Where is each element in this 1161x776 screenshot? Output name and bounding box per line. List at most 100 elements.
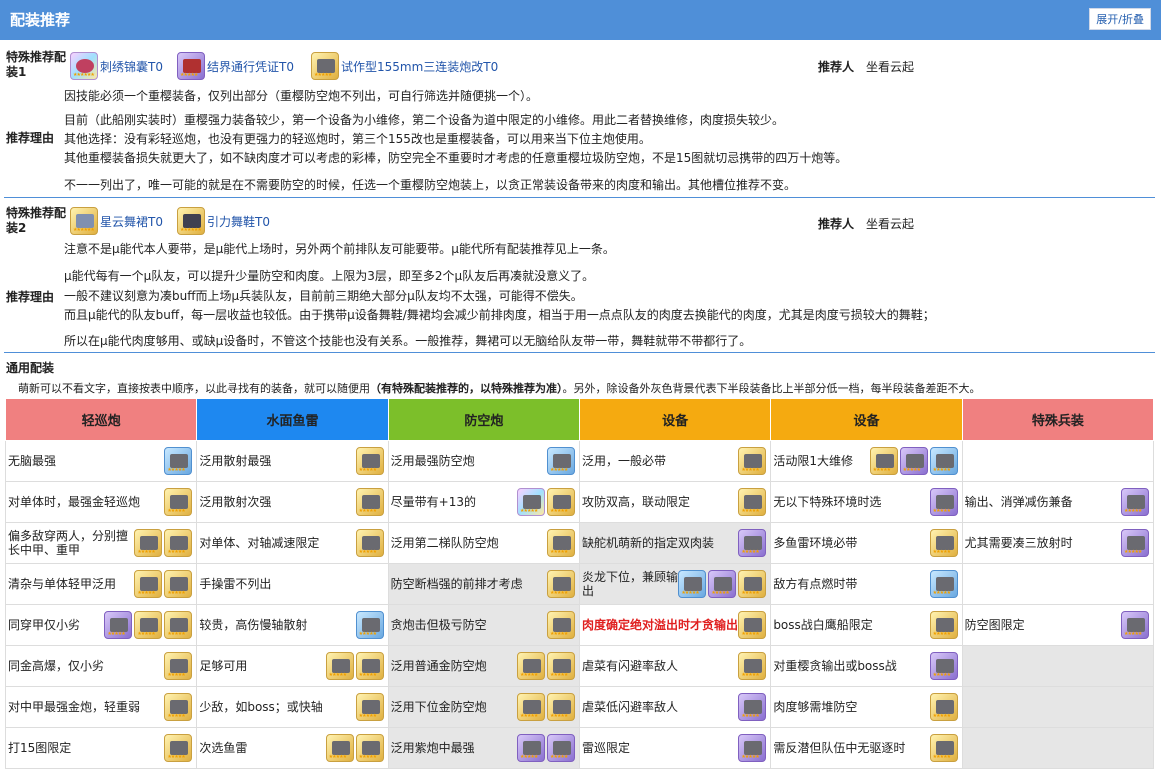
equipment-icon[interactable]: ★★★★★ <box>355 529 384 557</box>
cell-text: 多鱼雷环境必带 <box>773 536 858 550</box>
equipment-icon[interactable]: ★★★★★ <box>164 652 193 680</box>
column-header: 轻巡炮 <box>4 398 198 441</box>
equipment-icon[interactable]: ★★★★★ <box>708 570 737 598</box>
item-link[interactable]: 刺绣锦囊T0 <box>100 58 163 75</box>
column-header: 特殊兵装 <box>961 398 1155 441</box>
cell-text: 无以下特殊环境时选 <box>773 495 882 509</box>
equipment-icon[interactable]: ★★★★★ <box>134 611 163 639</box>
equipment-icon[interactable]: ★★★★★ <box>899 447 928 475</box>
special1-item-1[interactable]: ★★★★★★ 刺绣锦囊T0 <box>70 51 163 81</box>
equipment-icon[interactable]: ★★★★★ <box>546 652 575 680</box>
table-cell: 对单体时，最强金轻巡炮 ★★★★★ <box>4 481 198 523</box>
equipment-icon[interactable]: ★★★★★ <box>355 447 384 475</box>
equipment-icon[interactable]: ★★★★★ <box>516 734 545 762</box>
cell-text: 虐菜有闪避率敌人 <box>581 659 678 673</box>
table-cell <box>961 440 1155 482</box>
equipment-icon[interactable]: ★★★★★ <box>164 693 193 721</box>
equipment-icon[interactable]: ★★★★★ <box>546 488 575 516</box>
cell-text: 防空图限定 <box>964 618 1025 632</box>
equipment-icon[interactable]: ★★★★★ <box>164 734 193 762</box>
table-cell: 同金高爆，仅小劣 ★★★★★ <box>4 645 198 687</box>
table-cell: 尤其需要凑三放射时 ★★★★★ <box>961 522 1155 564</box>
table-cell: 敌方有点燃时带 ★★★★★ <box>770 563 963 605</box>
cell-text: 无脑最强 <box>8 454 57 468</box>
equipment-icon[interactable]: ★★★★★ <box>104 611 133 639</box>
equipment-icon[interactable]: ★★★★★ <box>516 488 545 516</box>
table-cell: 缺舵机萌新的指定双肉装 ★★★★★ <box>578 522 772 564</box>
equipment-icon[interactable]: ★★★★★ <box>355 488 384 516</box>
equipment-icon[interactable]: ★★★★★ <box>546 611 575 639</box>
item-link[interactable]: 引力舞鞋T0 <box>207 213 270 230</box>
equipment-icon[interactable]: ★★★★★ <box>1121 611 1149 639</box>
equipment-icon[interactable]: ★★★★★ <box>164 529 193 557</box>
special1-item-3[interactable]: ★★★★★ 试作型155mm三连装炮改T0 <box>311 51 498 81</box>
item-link[interactable]: 结界通行凭证T0 <box>207 58 294 75</box>
equipment-icon[interactable]: ★★★★★ <box>869 447 898 475</box>
equipment-icon[interactable]: ★★★★★ <box>929 693 958 721</box>
equipment-icon[interactable]: ★★★★★ <box>355 693 384 721</box>
item-link[interactable]: 试作型155mm三连装炮改T0 <box>341 58 498 75</box>
table-row: 同金高爆，仅小劣 ★★★★★ 足够可用 ★★★★★ ★★★★★ 泛用普通金防空炮 ★★★★★… <box>4 645 1155 687</box>
cell-text: 泛用普通金防空炮 <box>390 659 487 673</box>
cell-text: 活动限1大维修 <box>773 454 853 468</box>
equipment-icon[interactable]: ★★★★★ <box>546 693 575 721</box>
equipment-icon[interactable]: ★★★★★ <box>325 652 354 680</box>
reason-line: 注意不是μ能代本人要带，是μ能代上场时，另外两个前排队友可能要带。μ能代所有配装… <box>64 242 615 256</box>
cell-text: 少敌，如boss；或快轴 <box>199 700 323 714</box>
equipment-icon[interactable]: ★★★★★ <box>929 652 958 680</box>
equipment-icon[interactable]: ★★★★★ <box>516 652 545 680</box>
equipment-icon[interactable]: ★★★★★ <box>738 611 767 639</box>
reason-line: 不一一列出了，唯一可能的就是在不需要防空的时候，任选一个重樱防空炮装上，以贪正常… <box>64 178 797 192</box>
equipment-icon[interactable]: ★★★★★ <box>516 693 545 721</box>
equipment-icon[interactable]: ★★★★★ <box>929 488 958 516</box>
general-note: 萌新可以不看文字，直接按表中顺序，以此寻找有的装备，就可以随便用（有特殊配装推荐… <box>18 380 981 396</box>
equipment-icon[interactable]: ★★★★★ <box>325 734 354 762</box>
cell-text: 泛用散射次强 <box>199 495 272 509</box>
table-cell: boss战白鹰船限定 ★★★★★ <box>770 604 963 646</box>
equipment-icon[interactable]: ★★★★★ <box>355 611 384 639</box>
table-cell: 次选鱼雷 ★★★★★ ★★★★★ <box>196 727 389 769</box>
equipment-icon[interactable]: ★★★★★ <box>164 447 193 475</box>
equipment-icon[interactable]: ★★★★★ <box>546 529 575 557</box>
table-row: 打15图限定 ★★★★★ 次选鱼雷 ★★★★★ ★★★★★ 泛用紫炮中最强 ★★★★★ ★★★… <box>4 727 1155 769</box>
recommender-name: 坐看云起 <box>866 217 915 231</box>
cell-text: 对中甲最强金炮，轻重弱 <box>8 700 141 714</box>
equipment-icon[interactable]: ★★★★★ <box>355 734 384 762</box>
equipment-icon[interactable]: ★★★★★ <box>164 570 193 598</box>
equipment-icon[interactable]: ★★★★★ <box>678 570 707 598</box>
equipment-icon[interactable]: ★★★★★ <box>1121 529 1149 557</box>
special2-item-1[interactable]: ★★★★★★ 星云舞裙T0 <box>70 206 163 236</box>
equipment-icon[interactable]: ★★★★★ <box>546 734 575 762</box>
cell-text: 泛用下位金防空炮 <box>390 700 487 714</box>
equipment-icon[interactable]: ★★★★★ <box>355 652 384 680</box>
expand-collapse-button[interactable]: 展开/折叠 <box>1089 8 1151 30</box>
equipment-icon[interactable]: ★★★★★ <box>738 693 767 721</box>
equipment-icon[interactable]: ★★★★★ <box>929 529 958 557</box>
equipment-icon[interactable]: ★★★★★ <box>738 570 767 598</box>
equipment-icon[interactable]: ★★★★★ <box>546 447 575 475</box>
table-cell <box>961 645 1155 687</box>
special2-item-2[interactable]: ★★★★★★ 引力舞鞋T0 <box>177 206 270 236</box>
reason-line: 一般不建议刻意为凑buff而上场μ兵装队友，目前前三期绝大部分μ队友均不太强，可… <box>64 289 583 303</box>
equipment-icon[interactable]: ★★★★★ <box>929 734 958 762</box>
equipment-icon[interactable]: ★★★★★ <box>929 447 958 475</box>
equipment-icon[interactable]: ★★★★★ <box>546 570 575 598</box>
special1-item-2[interactable]: ★★★★★ 结界通行凭证T0 <box>177 51 294 81</box>
pass-icon: ★★★★★ <box>177 52 205 80</box>
equipment-icon[interactable]: ★★★★★ <box>1121 488 1149 516</box>
equipment-icon[interactable]: ★★★★★ <box>929 570 958 598</box>
equipment-icon[interactable]: ★★★★★ <box>929 611 958 639</box>
equipment-icon[interactable]: ★★★★★ <box>738 488 767 516</box>
cell-text: 尽量带有+13的 <box>390 495 476 509</box>
equipment-icon[interactable]: ★★★★★ <box>738 447 767 475</box>
table-cell: 少敌，如boss；或快轴 ★★★★★ <box>196 686 389 728</box>
equipment-icon[interactable]: ★★★★★ <box>738 734 767 762</box>
item-link[interactable]: 星云舞裙T0 <box>100 213 163 230</box>
equipment-icon[interactable]: ★★★★★ <box>164 611 193 639</box>
equipment-icon[interactable]: ★★★★★ <box>738 529 767 557</box>
equipment-icon[interactable]: ★★★★★ <box>738 652 767 680</box>
equipment-icon[interactable]: ★★★★★ <box>134 529 163 557</box>
equipment-icon[interactable]: ★★★★★ <box>164 488 193 516</box>
equipment-icon[interactable]: ★★★★★ <box>134 570 163 598</box>
table-cell: 防空图限定 ★★★★★ <box>961 604 1155 646</box>
